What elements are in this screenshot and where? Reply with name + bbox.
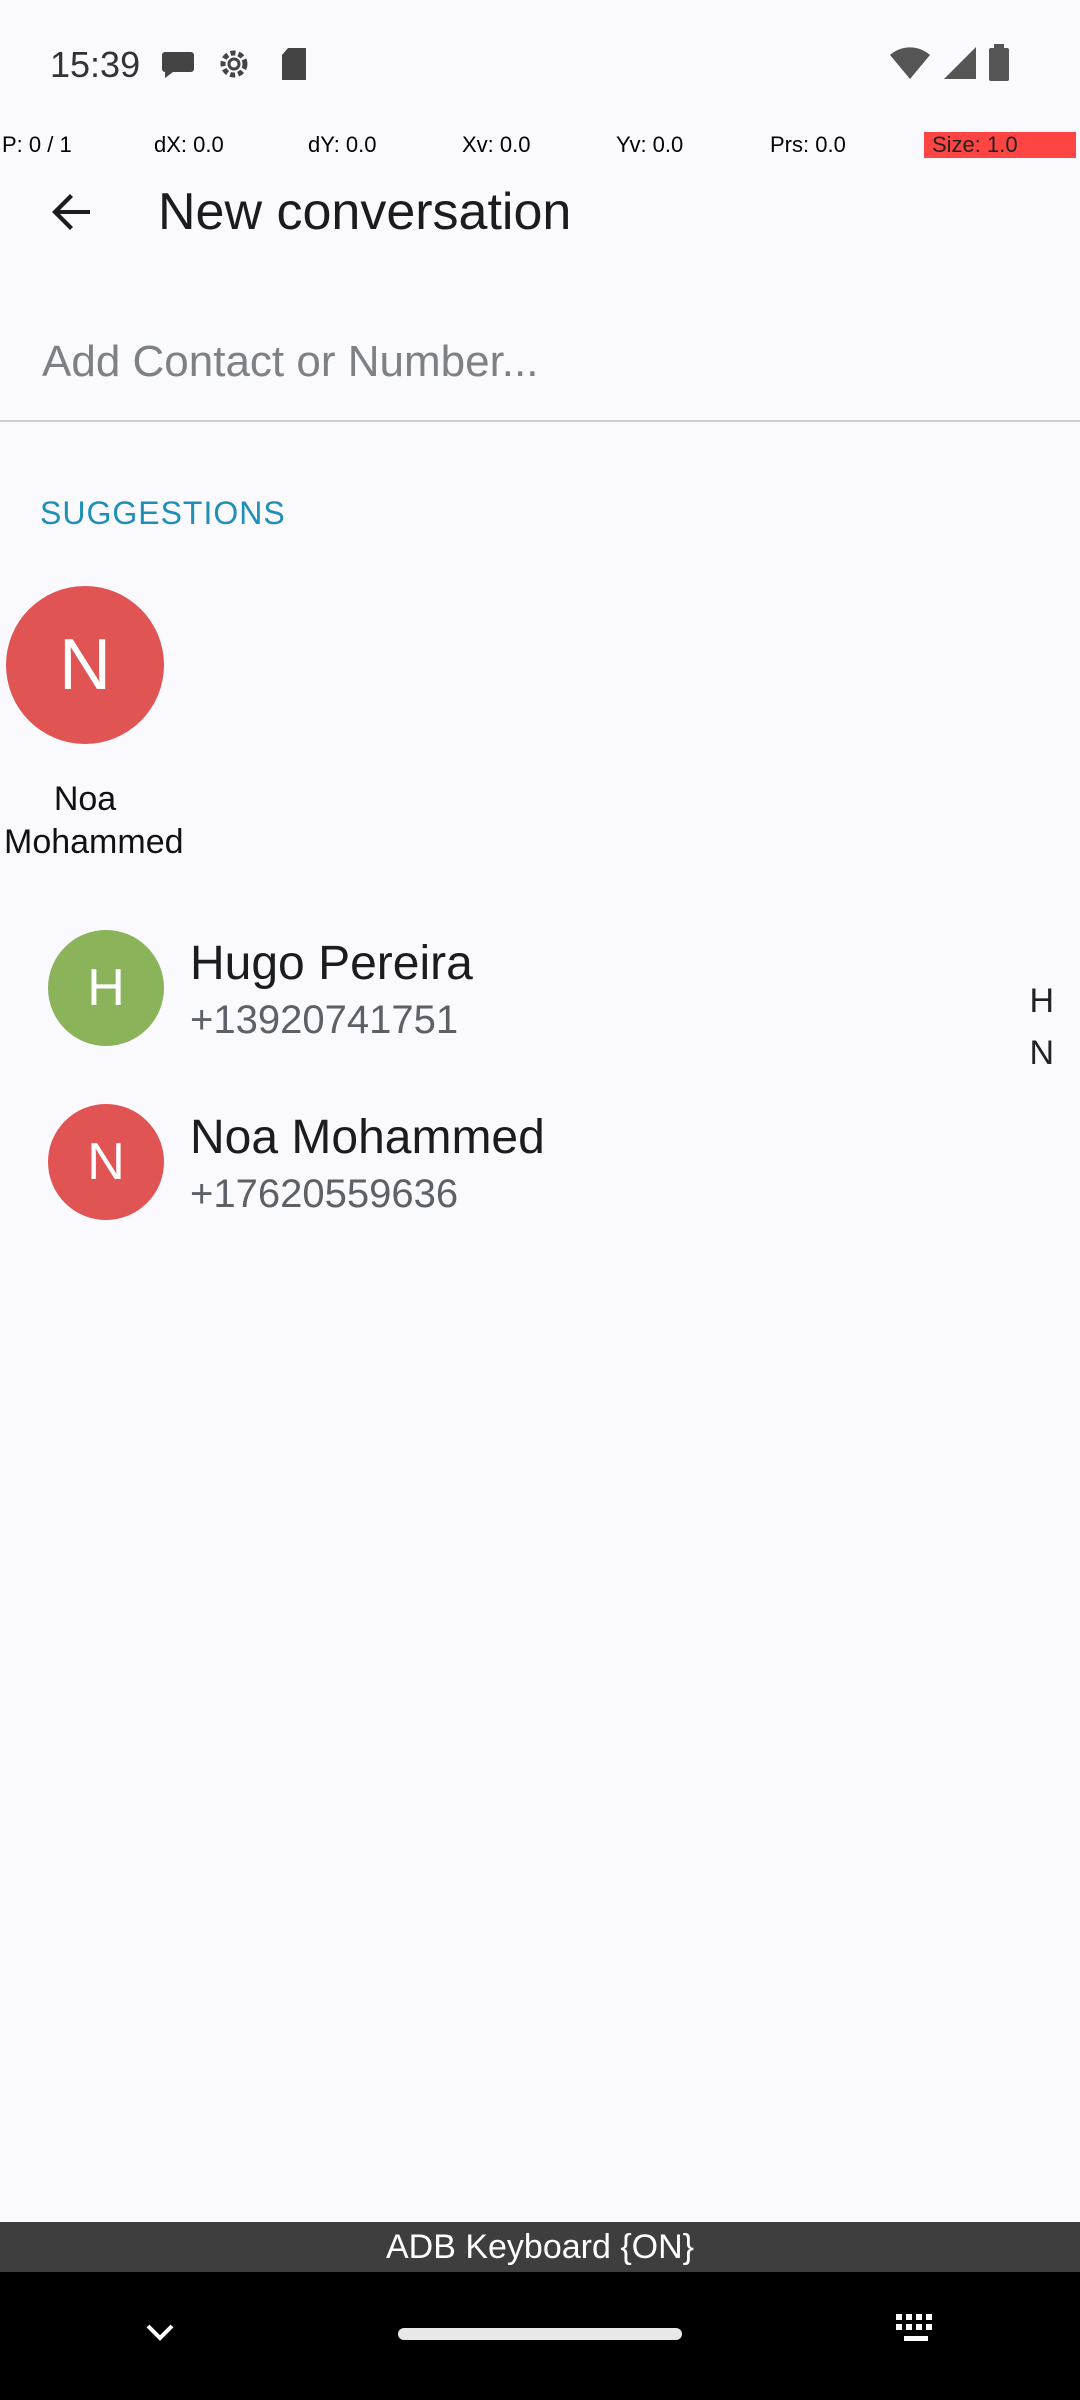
chevron-down-icon[interactable] (140, 2312, 180, 2352)
contact-name: Hugo Pereira (190, 937, 473, 990)
app-bar: New conversation (0, 160, 1080, 264)
home-pill[interactable] (398, 2328, 682, 2340)
debug-xv: Xv: 0.0 (462, 132, 531, 157)
debug-pointer: P: 0 / 1 (2, 132, 72, 157)
signal-icon (942, 45, 978, 86)
avatar: N (6, 586, 164, 744)
avatar-initial: N (59, 625, 111, 705)
back-button[interactable] (40, 180, 104, 244)
contact-phone: +17620559636 (190, 1172, 459, 1216)
keyboard-status-label: ADB Keyboard {ON} (385, 2227, 695, 2266)
contact-row[interactable]: H Hugo Pereira +13920741751 (0, 912, 1080, 1062)
debug-yv: Yv: 0.0 (616, 132, 684, 157)
avatar: N (48, 1104, 164, 1220)
keyboard-status-bar: ADB Keyboard {ON} (0, 2222, 1080, 2272)
avatar-initial: H (87, 959, 125, 1017)
divider (0, 420, 1080, 422)
suggestions-label: SUGGESTIONS (40, 495, 286, 531)
debug-prs: Prs: 0.0 (770, 132, 846, 157)
contact-name: Noa Mohammed (190, 1111, 545, 1164)
battery-icon (988, 44, 1010, 87)
debug-dy: dY: 0.0 (308, 132, 377, 157)
keyboard-icon[interactable] (894, 2312, 940, 2346)
index-letter-n[interactable]: N (1029, 1034, 1054, 1073)
arrow-back-icon (52, 194, 90, 230)
wifi-icon (888, 45, 932, 86)
suggestion-item[interactable]: N Noa Mohammed (4, 586, 184, 876)
chat-bubble-icon (158, 44, 198, 84)
contact-search-input[interactable] (40, 326, 1024, 398)
sd-card-icon (274, 44, 314, 84)
debug-dx: dX: 0.0 (154, 132, 224, 157)
pointer-debug-bar: P: 0 / 1 dX: 0.0 dY: 0.0 Xv: 0.0 Yv: 0.0… (0, 130, 1080, 160)
page-title: New conversation (158, 183, 572, 241)
debug-size: Size: 1.0 (924, 132, 1076, 158)
avatar: H (48, 930, 164, 1046)
index-letter-h[interactable]: H (1029, 982, 1054, 1021)
contact-row[interactable]: N Noa Mohammed +17620559636 (0, 1086, 1080, 1236)
gear-icon (214, 44, 254, 84)
suggestion-name: Noa Mohammed (4, 780, 184, 861)
status-time: 15:39 (50, 44, 141, 85)
status-bar: 15:39 (0, 0, 1080, 130)
navigation-bar (0, 2272, 1080, 2400)
contact-phone: +13920741751 (190, 998, 459, 1042)
avatar-initial: N (87, 1133, 125, 1191)
